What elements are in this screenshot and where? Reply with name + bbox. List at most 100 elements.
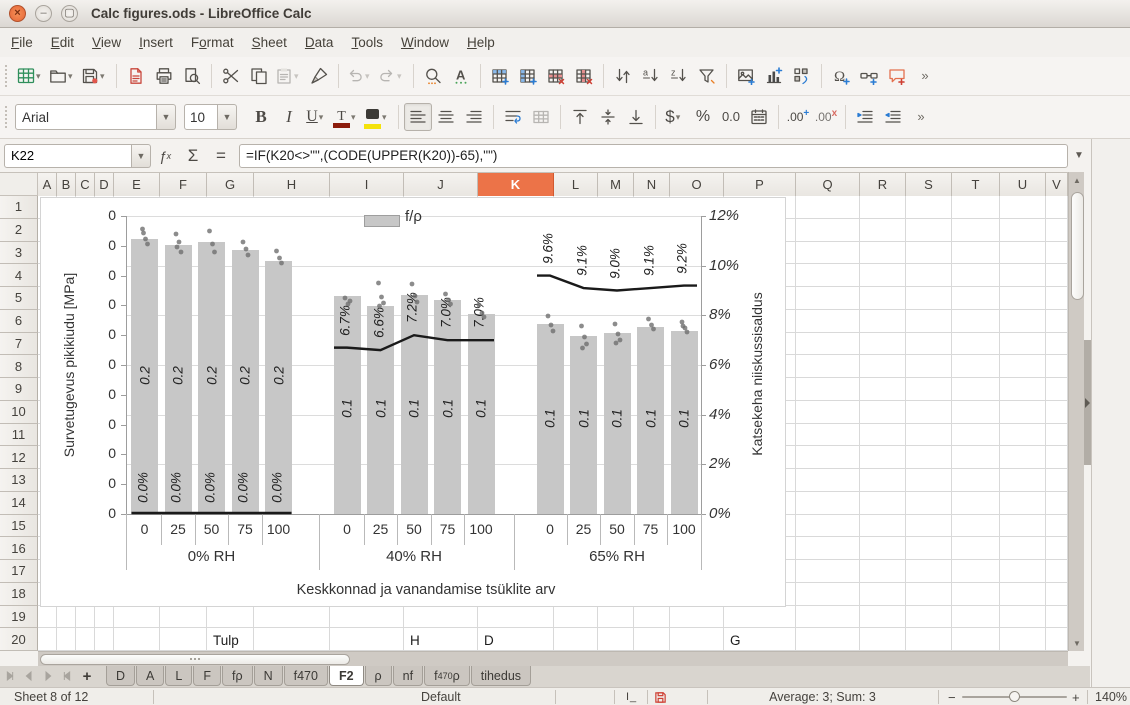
sort-ascending-button[interactable]: a [637,62,665,90]
export-pdf-button[interactable] [122,62,150,90]
cell-J20[interactable]: H [410,629,420,651]
row-header-5[interactable]: 5 [0,287,38,310]
sheet-tab-L[interactable]: L [165,666,192,686]
insert-comment-button[interactable] [883,62,911,90]
column-header-S[interactable]: S [906,173,952,197]
row-header-16[interactable]: 16 [0,537,38,560]
menu-edit[interactable]: Edit [42,31,83,54]
horizontal-scrollbar[interactable] [38,651,1068,666]
find-and-replace-button[interactable] [419,62,447,90]
page-style-label[interactable]: Default [421,689,461,705]
add-decimal-place-button[interactable]: .00+ [784,103,812,131]
column-header-B[interactable]: B [57,173,76,197]
column-header-R[interactable]: R [860,173,906,197]
sheet-tab-A[interactable]: A [136,666,164,686]
dropdown-arrow-icon[interactable]: ▾ [294,71,303,82]
insert-hyperlink-button[interactable] [855,62,883,90]
column-header-A[interactable]: A [38,173,57,197]
formula-icon[interactable]: = [207,143,235,169]
copy-button[interactable] [245,62,273,90]
sheet-tab-f____[interactable]: f470ρ [424,666,470,686]
insert-mode-icon[interactable]: I_ [626,689,637,705]
sum-icon[interactable]: Σ [179,143,207,169]
zoom-out-icon[interactable]: − [948,689,956,705]
row-header-8[interactable]: 8 [0,355,38,378]
selection-stats-label[interactable]: Average: 3; Sum: 3 [707,689,938,705]
sheet-nav-first-icon[interactable] [0,666,19,686]
sheet-tab-nf[interactable]: nf [393,666,423,686]
row-header-17[interactable]: 17 [0,560,38,583]
dropdown-arrow-icon[interactable]: ▾ [351,112,360,123]
add-sheet-button[interactable]: + [76,666,98,686]
increase-indent-button[interactable] [851,103,879,131]
sidebar-hide-grip[interactable] [1084,340,1091,465]
spreadsheet-grid[interactable]: TulpHDG12%10%8%6%4%2%0%000000000000.200.… [38,196,1068,651]
clone-formatting-button[interactable] [305,62,333,90]
center-vertically-button[interactable] [594,103,622,131]
column-header-C[interactable]: C [76,173,95,197]
column-header-T[interactable]: T [952,173,1000,197]
row-header-2[interactable]: 2 [0,219,38,242]
align-center-button[interactable] [432,103,460,131]
insert-special-character-button[interactable]: Ω [827,62,855,90]
print-button[interactable] [150,62,178,90]
column-header-I[interactable]: I [330,173,404,197]
column-header-U[interactable]: U [1000,173,1046,197]
format-percent-button[interactable]: % [689,103,717,131]
bold-button[interactable]: B [247,103,275,131]
sheet-tab-tihedus[interactable]: tihedus [471,666,531,686]
menu-help[interactable]: Help [458,31,504,54]
maximize-button[interactable]: ▢ [61,5,78,22]
embedded-chart[interactable]: 12%10%8%6%4%2%0%000000000000.200.2250.25… [40,197,786,607]
sheet-tab-N[interactable]: N [254,666,283,686]
zoom-in-icon[interactable]: + [1072,689,1080,705]
delete-decimal-place-button[interactable]: .00x [812,103,840,131]
row-header-19[interactable]: 19 [0,606,38,629]
dropdown-arrow-icon[interactable]: ▾ [68,71,77,82]
scroll-down-icon[interactable]: ▼ [1070,635,1084,651]
column-header-E[interactable]: E [114,173,160,197]
open-button[interactable]: ▾ [47,62,79,90]
delete-column-button[interactable] [570,62,598,90]
insert-image-button[interactable] [732,62,760,90]
dropdown-arrow-icon[interactable]: ▾ [382,112,391,123]
save-button[interactable]: ▾ [79,62,111,90]
function-wizard-icon[interactable]: ƒx [151,143,179,169]
insert-column-before-button[interactable] [514,62,542,90]
sort-button[interactable] [609,62,637,90]
cell-G20[interactable]: Tulp [213,629,239,651]
row-header-3[interactable]: 3 [0,242,38,265]
new-document-button[interactable]: ▾ [15,62,47,90]
column-header-G[interactable]: G [207,173,254,197]
menu-window[interactable]: Window [392,31,458,54]
name-box[interactable] [4,144,132,168]
row-header-13[interactable]: 13 [0,469,38,492]
font-size-dropdown[interactable]: ▼ [218,104,237,130]
column-header-F[interactable]: F [160,173,207,197]
expand-formula-bar-icon[interactable]: ▼ [1068,144,1090,168]
spelling-button[interactable]: A [447,62,475,90]
row-header-14[interactable]: 14 [0,492,38,515]
column-header-P[interactable]: P [724,173,796,197]
sheet-tab-_[interactable]: ρ [365,666,392,686]
row-header-7[interactable]: 7 [0,333,38,356]
cut-button[interactable] [217,62,245,90]
delete-row-button[interactable] [542,62,570,90]
row-header-1[interactable]: 1 [0,196,38,219]
column-header-D[interactable]: D [95,173,114,197]
row-header-20[interactable]: 20 [0,628,38,651]
horizontal-scroll-thumb[interactable] [40,654,350,665]
align-top-button[interactable] [566,103,594,131]
dropdown-arrow-icon[interactable]: ▾ [676,112,685,123]
highlighting-color-button[interactable]: ▾ [362,103,393,131]
sheet-nav-last-icon[interactable] [57,666,76,686]
underline-button[interactable]: U▾ [303,103,331,131]
menu-format[interactable]: Format [182,31,243,54]
decrease-indent-button[interactable] [879,103,907,131]
vertical-scrollbar[interactable]: ▲ ▼ [1068,172,1084,651]
sheet-tab-f470[interactable]: f470 [284,666,328,686]
font-name-input[interactable] [15,104,157,130]
sort-descending-button[interactable]: z [665,62,693,90]
menu-tools[interactable]: Tools [342,31,392,54]
dropdown-arrow-icon[interactable]: ▾ [319,112,328,123]
